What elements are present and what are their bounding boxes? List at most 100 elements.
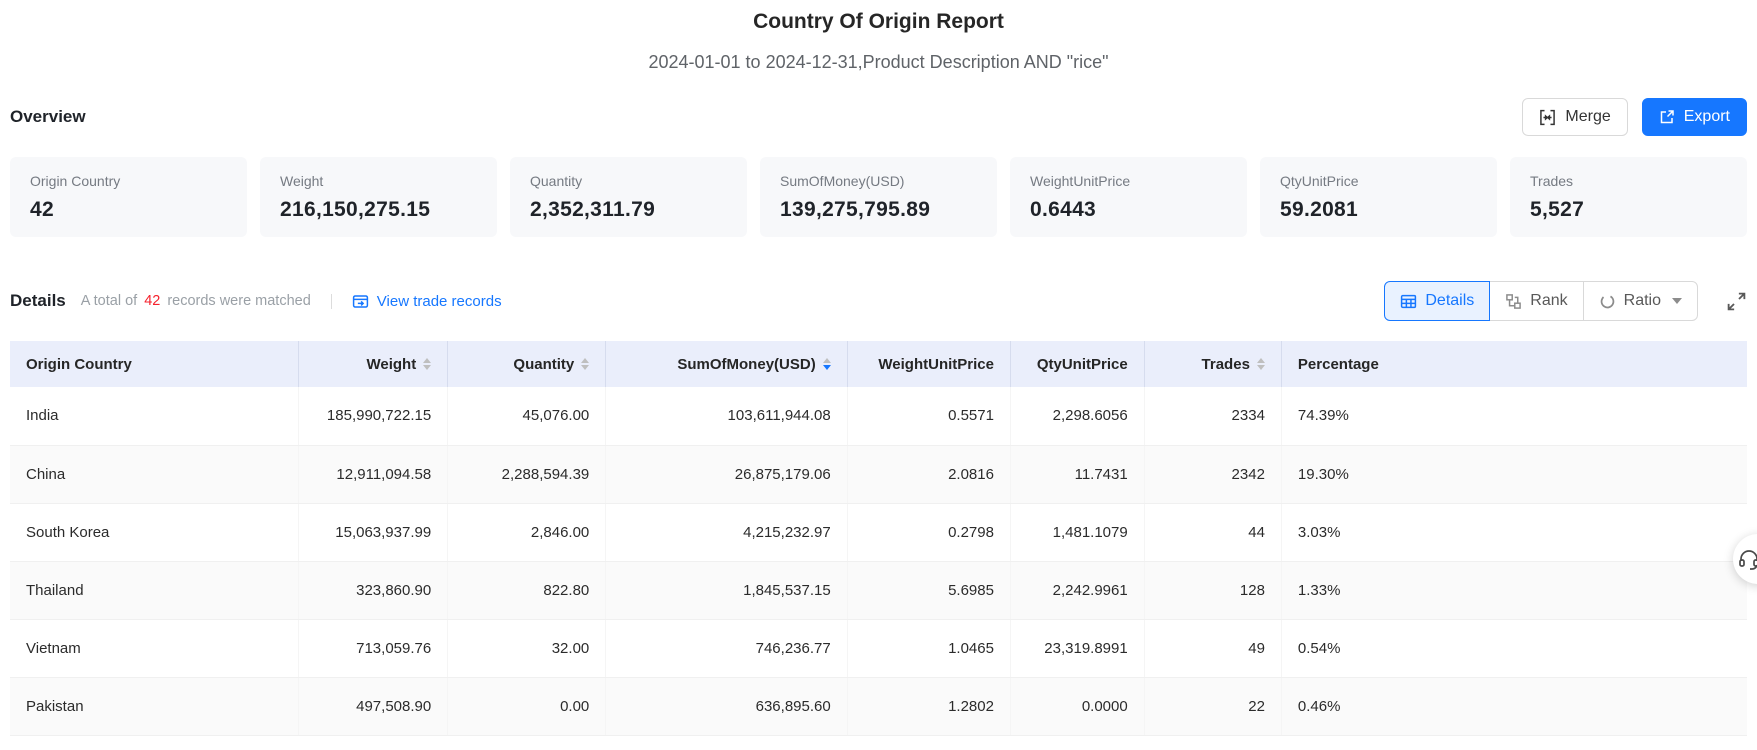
table-cell: 497,508.90 (298, 677, 449, 736)
card-label: Weight (280, 173, 324, 189)
card-value: 5,527 (1530, 198, 1585, 221)
table-cell: 0.0000 (1010, 677, 1145, 736)
overview-card-quantity: Quantity 2,352,311.79 (510, 157, 747, 237)
table-cell: 12,911,094.58 (298, 445, 449, 504)
table-header-row: Origin Country Weight Quantity SumOfMoney… (10, 341, 1747, 387)
merge-cells-icon (1539, 109, 1556, 126)
column-header-sumofmoney-usd[interactable]: SumOfMoney(USD) (605, 341, 848, 387)
card-label: Origin Country (30, 173, 121, 189)
view-trade-records-link[interactable]: View trade records (352, 293, 502, 310)
sort-icon[interactable] (1256, 358, 1265, 371)
country-cell: India (10, 387, 299, 446)
table-cell: 2,288,594.39 (447, 445, 607, 504)
page-subtitle: 2024-01-01 to 2024-12-31,Product Descrip… (648, 52, 1109, 72)
table-cell: 0.54% (1281, 619, 1747, 678)
table-cell: 3.03% (1281, 503, 1747, 562)
view-tab-rank[interactable]: Rank (1489, 281, 1584, 321)
overview-card-sumofmoney-usd: SumOfMoney(USD) 139,275,795.89 (760, 157, 997, 237)
table-cell: 1.33% (1281, 561, 1747, 620)
card-value: 0.6443 (1030, 198, 1097, 221)
column-header-label: Percentage (1297, 355, 1379, 373)
merge-button[interactable]: Merge (1522, 98, 1628, 136)
matched-count: 42 (144, 293, 161, 309)
table-row-china: China 12,911,094.58 2,288,594.39 26,875,179… (10, 445, 1747, 504)
overview-card-origin-country: Origin Country 42 (10, 157, 247, 237)
ratio-donut-icon (1599, 293, 1616, 310)
table-cell: 1.0465 (847, 619, 1011, 678)
table-cell: 636,895.60 (605, 677, 848, 736)
chevron-down-icon (1672, 298, 1682, 304)
sort-icon[interactable] (822, 358, 831, 371)
table-cell: 0.46% (1281, 677, 1747, 736)
fullscreen-expand-icon[interactable] (1726, 291, 1747, 312)
table-cell: 2,242.9961 (1010, 561, 1145, 620)
table-cell: 11.7431 (1010, 445, 1145, 504)
view-tab-label: Rank (1530, 292, 1568, 309)
table-cell: 128 (1144, 561, 1282, 620)
view-tab-ratio[interactable]: Ratio (1582, 281, 1698, 321)
details-bar-left: Details A total of 42 records were match… (10, 291, 502, 311)
sort-icon[interactable] (581, 358, 590, 371)
overview-card-weightunitprice: WeightUnitPrice 0.6443 (1010, 157, 1247, 237)
country-cell: Thailand (10, 561, 299, 620)
table-row-india: India 185,990,722.15 45,076.00 103,611,944.… (10, 387, 1747, 446)
table-grid-icon (1400, 293, 1417, 310)
export-button[interactable]: Export (1641, 98, 1747, 136)
headset-icon (1737, 547, 1757, 571)
table-cell: 822.80 (447, 561, 607, 620)
table-cell: 23,319.8991 (1010, 619, 1145, 678)
table-cell: 323,860.90 (298, 561, 449, 620)
column-header-weight[interactable]: Weight (298, 341, 449, 387)
table-cell: 1,845,537.15 (605, 561, 848, 620)
details-bar-right: Details Rank Ratio (1384, 281, 1747, 321)
table-cell: 4,215,232.97 (605, 503, 848, 562)
table-cell: 0.00 (447, 677, 607, 736)
table-cell: 49 (1144, 619, 1282, 678)
table-cell: 74.39% (1281, 387, 1747, 446)
column-header-label: Origin Country (26, 355, 132, 373)
details-heading: Details (10, 291, 66, 310)
column-header-label: Trades (1201, 355, 1250, 373)
country-cell: Vietnam (10, 619, 299, 678)
export-icon (1659, 109, 1675, 125)
column-header-percentage: Percentage (1281, 341, 1747, 387)
matched-suffix: records were matched (167, 293, 311, 309)
view-switch: Details Rank Ratio (1384, 281, 1698, 321)
column-header-quantity[interactable]: Quantity (447, 341, 607, 387)
page-title: Country Of Origin Report (753, 10, 1004, 33)
matched-summary: A total of 42 records were matched (81, 293, 311, 309)
column-header-weightunitprice: WeightUnitPrice (847, 341, 1011, 387)
table-cell: 45,076.00 (447, 387, 607, 446)
country-cell: Pakistan (10, 677, 299, 736)
column-header-trades[interactable]: Trades (1144, 341, 1282, 387)
table-cell: 713,059.76 (298, 619, 449, 678)
table-cell: 2.0816 (847, 445, 1011, 504)
card-label: WeightUnitPrice (1030, 173, 1131, 189)
overview-heading: Overview (10, 107, 86, 126)
table-cell: 103,611,944.08 (605, 387, 848, 446)
table-row-thailand: Thailand 323,860.90 822.80 1,845,537.15 5.69… (10, 561, 1747, 620)
column-header-label: QtyUnitPrice (1036, 355, 1128, 373)
table-cell: 15,063,937.99 (298, 503, 449, 562)
table-cell: 2,846.00 (447, 503, 607, 562)
export-button-label: Export (1683, 108, 1730, 125)
sort-icon[interactable] (423, 358, 432, 371)
details-table: Origin Country Weight Quantity SumOfMoney… (10, 341, 1747, 736)
table-row-south-korea: South Korea 15,063,937.99 2,846.00 4,215,23… (10, 503, 1747, 562)
table-cell: 32.00 (447, 619, 607, 678)
table-cell: 0.5571 (847, 387, 1011, 446)
view-tab-details[interactable]: Details (1384, 281, 1491, 321)
column-header-qtyunitprice: QtyUnitPrice (1010, 341, 1145, 387)
card-value: 2,352,311.79 (530, 198, 656, 221)
overview-cards: Origin Country 42 Weight 216,150,275.15 Qu… (0, 157, 1757, 237)
trade-records-icon (352, 293, 369, 310)
overview-card-weight: Weight 216,150,275.15 (260, 157, 497, 237)
overview-card-trades: Trades 5,527 (1510, 157, 1747, 237)
rank-icon (1505, 293, 1522, 310)
table-cell: 1,481.1079 (1010, 503, 1145, 562)
table-row-pakistan: Pakistan 497,508.90 0.00 636,895.60 1.2802 0.… (10, 677, 1747, 736)
table-cell: 19.30% (1281, 445, 1747, 504)
column-header-origin-country: Origin Country (10, 341, 299, 387)
country-cell: China (10, 445, 299, 504)
card-label: Trades (1530, 173, 1574, 189)
